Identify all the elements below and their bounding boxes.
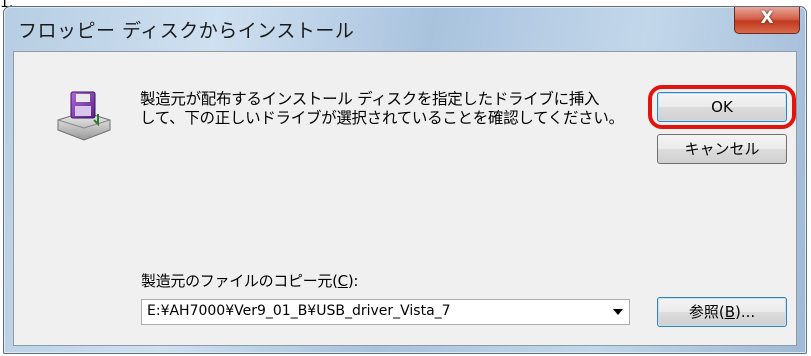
- browse-label-prefix: 参照(: [688, 303, 725, 321]
- instruction-message: 製造元が配布するインストール ディスクを指定したドライブに挿入 して、下の正しい…: [140, 90, 660, 128]
- install-from-disk-dialog: フロッピー ディスクからインストール X 製造元が配布するインストール ディスク…: [3, 6, 807, 354]
- copy-from-label-accesskey: C: [337, 272, 348, 290]
- instruction-line-1: 製造元が配布するインストール ディスクを指定したドライブに挿入: [140, 90, 600, 108]
- dialog-title: フロッピー ディスクからインストール: [18, 20, 355, 42]
- browse-label-accesskey: B: [724, 303, 735, 321]
- browse-button[interactable]: 参照(B)...: [657, 297, 787, 327]
- copy-from-path: E:¥AH7000¥Ver9_01_B¥USB_driver_Vista_7: [147, 303, 451, 319]
- copy-from-label: 製造元のファイルのコピー元(C):: [141, 270, 358, 291]
- copy-from-combobox[interactable]: E:¥AH7000¥Ver9_01_B¥USB_driver_Vista_7: [141, 299, 630, 325]
- copy-from-label-suffix: ):: [347, 272, 359, 290]
- browse-label-suffix: )...: [735, 303, 756, 321]
- chevron-down-icon[interactable]: [613, 309, 623, 315]
- copy-from-label-prefix: 製造元のファイルのコピー元(: [141, 272, 338, 290]
- floppy-disk-install-icon: [57, 91, 111, 141]
- close-icon: X: [760, 8, 774, 28]
- dialog-body: 製造元が配布するインストール ディスクを指定したドライブに挿入 して、下の正しい…: [13, 51, 797, 346]
- cancel-button[interactable]: キャンセル: [657, 134, 787, 164]
- ok-button[interactable]: OK: [657, 92, 787, 122]
- title-bar[interactable]: フロッピー ディスクからインストール X: [4, 7, 806, 51]
- close-button[interactable]: X: [734, 7, 800, 34]
- instruction-line-2: して、下の正しいドライブが選択されていることを確認してください。: [140, 109, 624, 127]
